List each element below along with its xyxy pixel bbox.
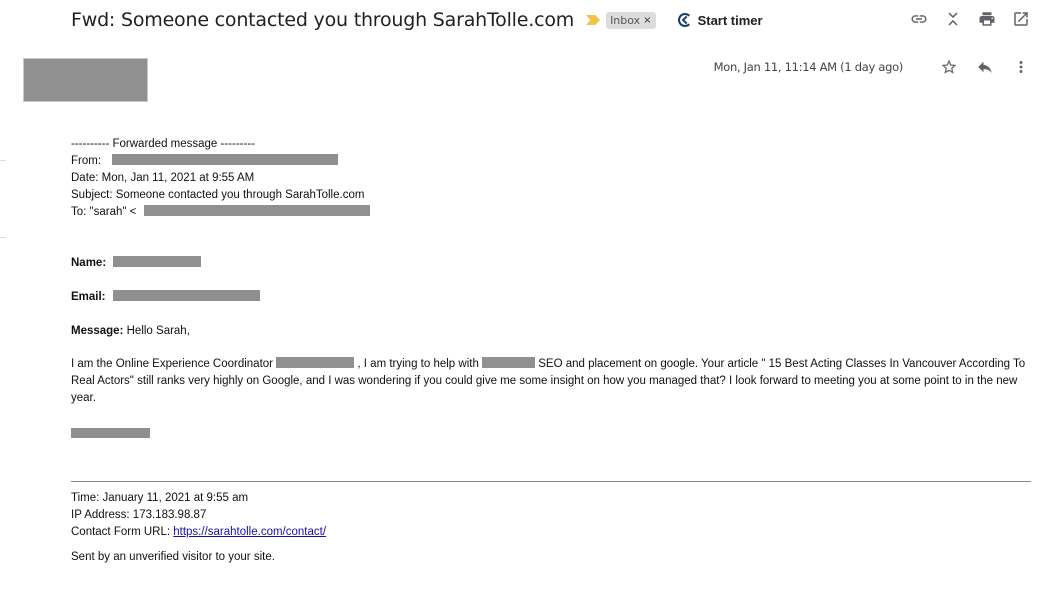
message-meta: Mon, Jan 11, 11:14 AM (1 day ago) <box>714 56 1031 78</box>
to-label: To: "sarah" < <box>71 206 137 218</box>
start-timer-label: Start timer <box>697 12 763 28</box>
redacted-name <box>113 256 202 267</box>
star-icon[interactable] <box>939 57 959 77</box>
redacted-client <box>482 357 536 368</box>
reply-icon[interactable] <box>975 57 995 77</box>
form-footer: Time: January 11, 2021 at 9:55 am IP Add… <box>71 490 326 566</box>
submission-time: Time: January 11, 2021 at 9:55 am <box>71 492 249 504</box>
more-vert-icon[interactable] <box>1011 57 1031 77</box>
email-label: Email: <box>71 291 106 303</box>
email-subject: Fwd: Someone contacted you through Sarah… <box>71 9 575 31</box>
redacted-email <box>112 290 260 301</box>
message-field: Message: Hello Sarah, <box>71 323 190 340</box>
label-chip-text: Inbox <box>610 13 641 27</box>
sender-avatar-redacted <box>23 58 148 102</box>
forwarded-date: Date: Mon, Jan 11, 2021 at 9:55 AM <box>71 172 255 184</box>
link-icon[interactable] <box>909 9 929 29</box>
redacted-signature <box>71 428 150 438</box>
email-field: Email: <box>71 289 260 306</box>
signature-redacted-wrap <box>71 428 150 438</box>
unverified-note: Sent by an unverified visitor to your si… <box>71 551 275 563</box>
message-paragraph: I am the Online Experience Coordinator ,… <box>71 356 1031 407</box>
paragraph-text: I am the Online Experience Coordinator <box>71 358 277 370</box>
from-label: From: <box>71 155 102 167</box>
thread-toolbar <box>909 9 1031 29</box>
redacted-to-address <box>143 205 370 216</box>
forwarded-to: To: "sarah" < <box>71 204 1031 221</box>
ip-address: IP Address: 173.183.98.87 <box>71 509 207 521</box>
redacted-company <box>276 357 355 368</box>
edge-marker <box>0 237 6 238</box>
contact-form-url-label: Contact Form URL: <box>71 526 174 538</box>
label-chip-inbox[interactable]: Inbox × <box>606 11 656 29</box>
message-label: Message: <box>71 325 124 337</box>
forwarded-subject: Subject: Someone contacted you through S… <box>71 189 365 201</box>
forwarded-divider: ---------- Forwarded message --------- <box>71 138 255 150</box>
message-date: Mon, Jan 11, 11:14 AM (1 day ago) <box>713 60 904 74</box>
message-greeting: Hello Sarah, <box>123 325 190 337</box>
print-icon[interactable] <box>977 9 997 29</box>
start-timer-button[interactable]: Start timer <box>677 12 763 28</box>
paragraph-text: , I am trying to help with <box>354 358 483 370</box>
contact-form-url-link[interactable]: https://sarahtolle.com/contact/ <box>173 526 326 538</box>
contact-form-url-row: Contact Form URL: https://sarahtolle.com… <box>71 524 326 541</box>
forwarded-from: From: <box>71 153 1031 170</box>
footer-divider <box>71 481 1031 482</box>
timer-icon <box>677 13 692 27</box>
redacted-from-address <box>112 154 339 165</box>
name-field: Name: <box>71 255 202 272</box>
subject-row: Fwd: Someone contacted you through Sarah… <box>71 6 763 34</box>
email-body: ---------- Forwarded message --------- F… <box>71 136 1031 438</box>
importance-marker-icon[interactable] <box>586 15 601 25</box>
open-new-window-icon[interactable] <box>1011 9 1031 29</box>
name-label: Name: <box>71 257 107 269</box>
collapse-all-icon[interactable] <box>943 9 963 29</box>
remove-label-icon[interactable]: × <box>643 15 651 26</box>
edge-marker <box>0 160 6 161</box>
